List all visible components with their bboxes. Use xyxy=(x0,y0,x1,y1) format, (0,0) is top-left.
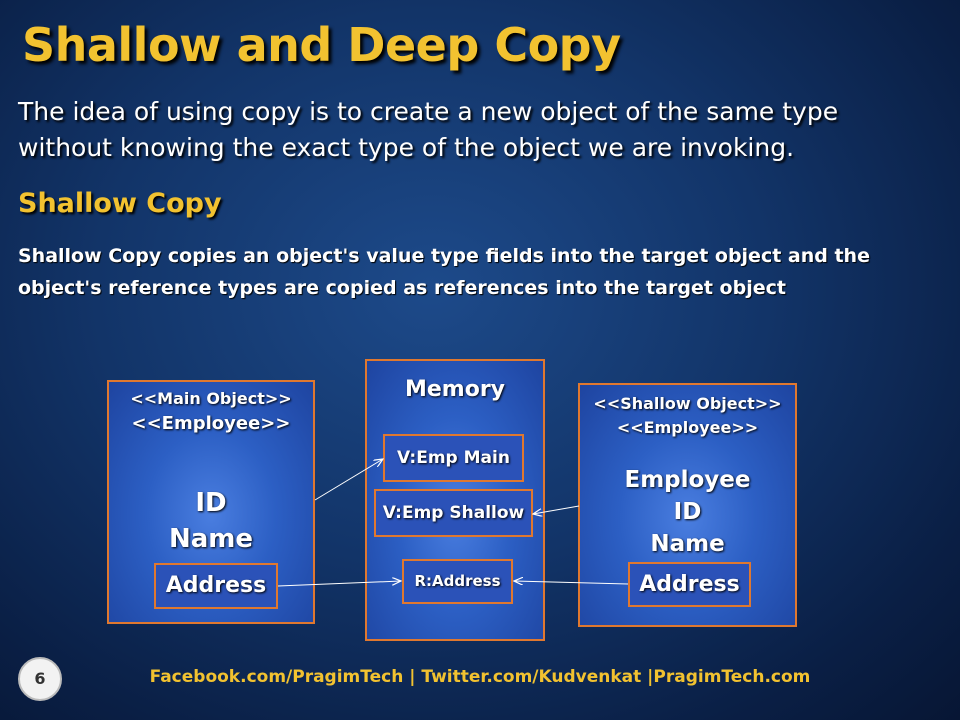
footer-links: Facebook.com/PragimTech | Twitter.com/Ku… xyxy=(149,667,811,687)
page-number-badge: 6 xyxy=(18,657,62,701)
arrow-shallow-to-emp-shallow xyxy=(533,505,580,514)
arrow-main-address-to-r-address xyxy=(277,581,401,587)
arrow-shallow-address-to-r-address xyxy=(514,581,629,584)
slide: Shallow and Deep Copy The idea of using … xyxy=(0,0,960,720)
arrow-main-to-emp-main xyxy=(314,459,383,501)
connector-arrows xyxy=(277,0,629,587)
